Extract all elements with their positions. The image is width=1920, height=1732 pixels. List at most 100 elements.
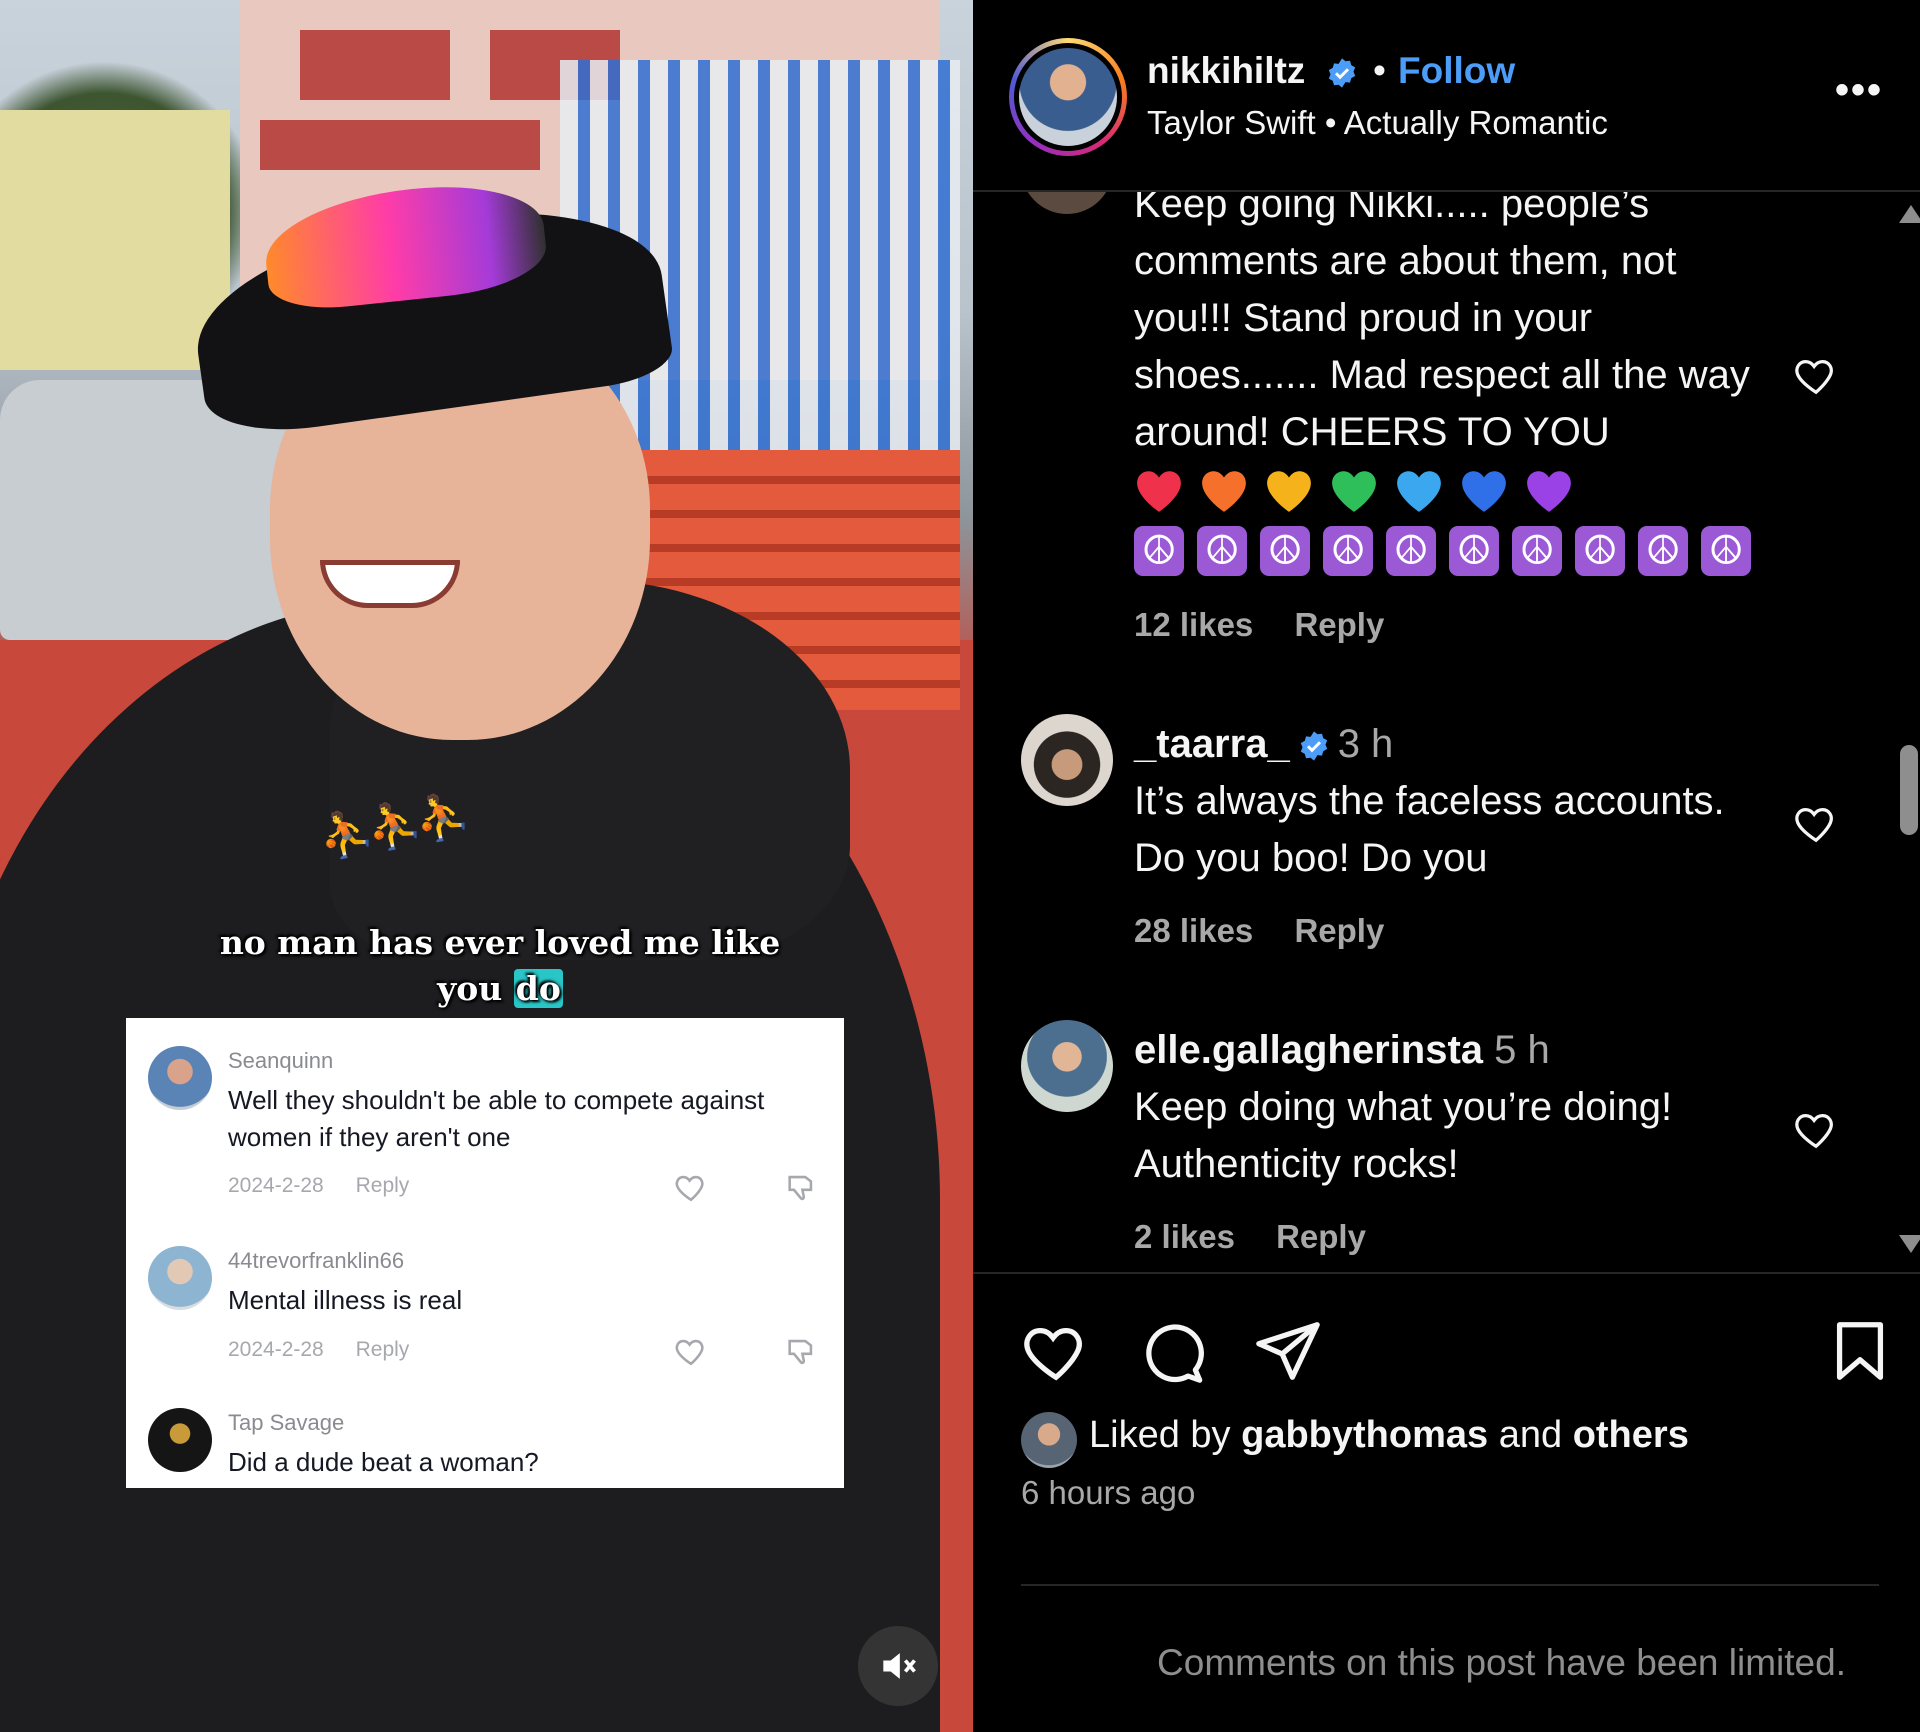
divider [1021, 1584, 1879, 1586]
peace-symbol-emoji-icon: ☮ [1575, 526, 1625, 576]
avatar[interactable] [1021, 192, 1113, 214]
liked-by-text: Liked by gabbythomas and others [1089, 1414, 1689, 1457]
caption-highlight-word: do [513, 969, 563, 1008]
comment-meta: 12 likes Reply [1134, 606, 1416, 644]
comments-limited-notice: Comments on this post have been limited. [1157, 1642, 1846, 1683]
caption-word: you [437, 969, 503, 1008]
comments-list[interactable]: Keep going Nikki..... people’s comments … [973, 192, 1920, 1272]
post-timestamp[interactable]: 6 hours ago [1021, 1474, 1195, 1512]
heart-emoji-icon [1524, 468, 1574, 519]
overlay-comment-text: Mental illness is real [228, 1285, 463, 1315]
video-player[interactable]: ⛹⛹⛹ no man has ever loved me like you do… [0, 0, 973, 1732]
post-actions: Liked by gabbythomas and others 6 hours … [973, 1272, 1920, 1732]
comment-meta: 28 likes Reply [1134, 912, 1416, 950]
comment-time: 5 h [1494, 1028, 1550, 1072]
background-house [0, 110, 230, 370]
peace-symbol-emoji-icon: ☮ [1386, 526, 1436, 576]
heart-emoji-icon [1329, 468, 1379, 519]
peace-symbol-emoji-icon: ☮ [1134, 526, 1184, 576]
avatar[interactable] [1021, 1020, 1113, 1112]
mute-button[interactable] [858, 1626, 938, 1706]
comment-body: _taarra_ 3 h It’s always the faceless acc… [1134, 716, 1774, 887]
comment-emoji-peace: ☮ ☮ ☮ ☮ ☮ ☮ ☮ ☮ ☮ ☮ [1134, 526, 1764, 576]
follow-button[interactable]: Follow [1398, 50, 1515, 92]
dislike-icon[interactable] [784, 1334, 818, 1368]
liked-by-avatar[interactable] [1021, 1412, 1077, 1468]
heart-icon[interactable] [674, 1170, 708, 1204]
overlay-comment-date: 2024-2-28 [228, 1338, 324, 1361]
verified-badge-icon [1328, 58, 1355, 88]
comment-username[interactable]: _taarra_ [1134, 722, 1290, 766]
scroll-up-arrow-icon[interactable] [1899, 205, 1920, 223]
liked-prefix: Liked by [1089, 1414, 1231, 1456]
heart-icon[interactable] [1793, 800, 1839, 846]
author-username[interactable]: nikkihiltz [1147, 50, 1358, 92]
heart-emoji-icon [1459, 468, 1509, 519]
overlay-reply-link[interactable]: Reply [356, 1338, 410, 1361]
overlay-comment-username: Tap Savage [228, 1410, 345, 1435]
peace-symbol-emoji-icon: ☮ [1701, 526, 1751, 576]
overlay-comment-meta: 2024-2-28 Reply [228, 1174, 435, 1198]
overlay-reply-link[interactable]: Reply [356, 1174, 410, 1197]
avatar [148, 1408, 212, 1472]
heart-emoji-icon [1134, 468, 1184, 519]
heart-emoji-icon [1264, 468, 1314, 519]
comment-reply-link[interactable]: Reply [1294, 606, 1384, 643]
scroll-down-arrow-icon[interactable] [1899, 1235, 1920, 1253]
peace-symbol-emoji-icon: ☮ [1323, 526, 1373, 576]
peace-symbol-emoji-icon: ☮ [1638, 526, 1688, 576]
overlay-comment-text: Well they shouldn't be able to compete a… [228, 1085, 765, 1152]
avatar [148, 1246, 212, 1310]
overlay-comment-card: Seanquinn Well they shouldn't be able to… [126, 1018, 844, 1488]
comment-body: elle.gallagherinsta 5 h Keep doing what … [1134, 1022, 1774, 1193]
comment-text: Keep going Nikki..... people’s comments … [1134, 192, 1750, 454]
caption-line-2: you do [170, 966, 830, 1012]
comments-scrollbar[interactable] [1898, 195, 1920, 1270]
like-heart-icon[interactable] [1021, 1316, 1091, 1386]
share-paper-plane-icon[interactable] [1253, 1316, 1323, 1386]
liked-user-link[interactable]: gabbythomas [1241, 1414, 1488, 1456]
comment-likes[interactable]: 12 likes [1134, 606, 1253, 643]
comment-username[interactable]: elle.gallagherinsta [1134, 1028, 1483, 1072]
comment-reply-link[interactable]: Reply [1276, 1218, 1366, 1255]
overlay-comment-username: Seanquinn [228, 1048, 334, 1073]
heart-icon[interactable] [1793, 1106, 1839, 1152]
heart-emoji-icon [1394, 468, 1444, 519]
comment-text: It’s always the faceless accounts. Do yo… [1134, 779, 1725, 880]
post-panel: nikkihiltz • Follow Taylor Swift • Actua… [973, 0, 1920, 1732]
heart-icon[interactable] [1793, 352, 1839, 398]
comment-likes[interactable]: 28 likes [1134, 912, 1253, 949]
caption-line-1: no man has ever loved me like [219, 923, 781, 962]
overlay-comment-meta: 2024-2-28 Reply [228, 1338, 435, 1362]
video-caption: no man has ever loved me like you do [170, 920, 830, 1012]
more-options-icon[interactable]: ••• [1835, 68, 1883, 113]
comment-time: 3 h [1337, 722, 1394, 766]
comment-likes[interactable]: 2 likes [1134, 1218, 1235, 1255]
overlay-comment-date: 2024-2-28 [228, 1174, 324, 1197]
comment-meta: 2 likes Reply [1134, 1218, 1398, 1256]
peace-symbol-emoji-icon: ☮ [1449, 526, 1499, 576]
comment-text: Keep doing what you’re doing! Authentici… [1134, 1085, 1673, 1186]
peace-symbol-emoji-icon: ☮ [1197, 526, 1247, 576]
liked-others-link[interactable]: others [1573, 1414, 1689, 1456]
save-bookmark-icon[interactable] [1825, 1316, 1895, 1386]
overlay-comment-username: 44trevorfranklin66 [228, 1248, 405, 1273]
header-separator: • [1373, 50, 1386, 91]
peace-symbol-emoji-icon: ☮ [1512, 526, 1562, 576]
heart-emoji-icon [1199, 468, 1249, 519]
heart-icon[interactable] [674, 1334, 708, 1368]
scroll-thumb[interactable] [1900, 745, 1918, 835]
speaker-muted-icon [883, 1653, 916, 1679]
dislike-icon[interactable] [784, 1170, 818, 1204]
author-username-text[interactable]: nikkihiltz [1147, 50, 1305, 91]
comment-bubble-icon[interactable] [1137, 1316, 1207, 1386]
avatar[interactable] [1021, 714, 1113, 806]
comment-reply-link[interactable]: Reply [1294, 912, 1384, 949]
avatar [148, 1046, 212, 1110]
author-avatar[interactable] [1009, 38, 1127, 156]
overlay-comment-text: Did a dude beat a woman? [228, 1447, 539, 1477]
comment-emoji-hearts [1134, 468, 1589, 519]
liked-and: and [1498, 1414, 1563, 1456]
audio-track-link[interactable]: Taylor Swift • Actually Romantic [1147, 104, 1608, 142]
post-header: nikkihiltz • Follow Taylor Swift • Actua… [973, 0, 1920, 192]
